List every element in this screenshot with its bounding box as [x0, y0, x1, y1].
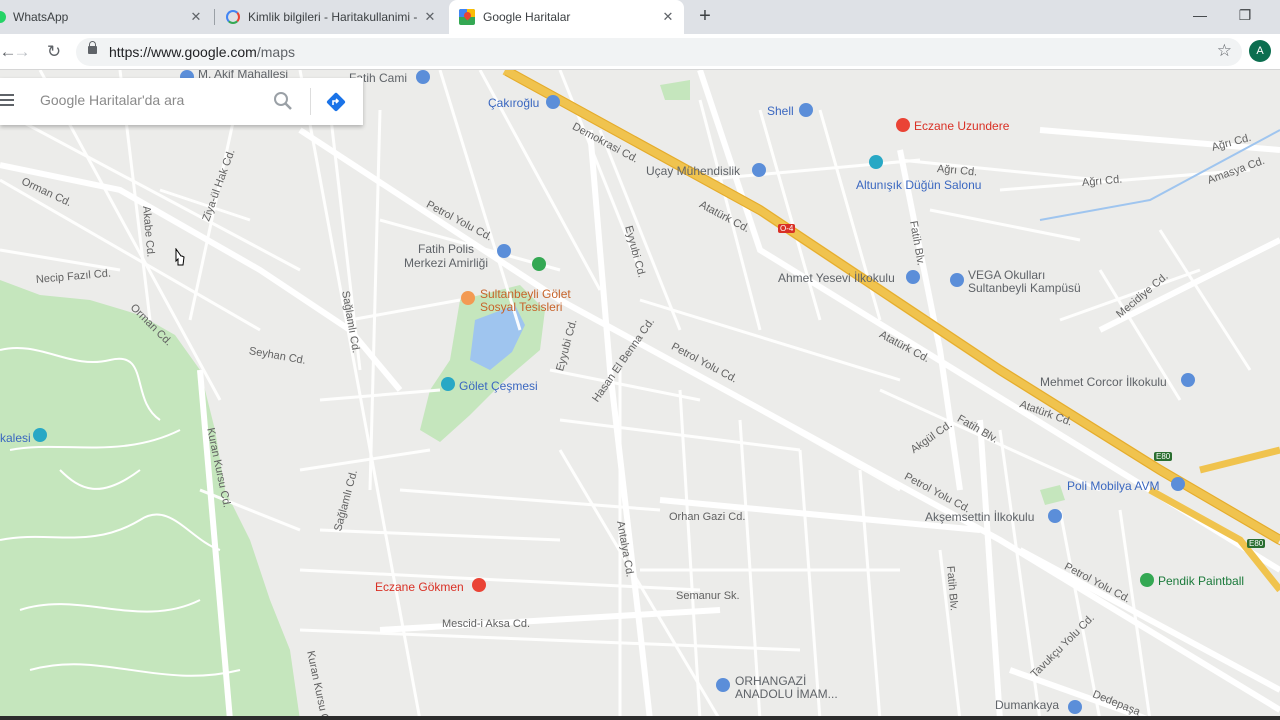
place-label[interactable]: Akşemsettin İlkokulu	[925, 510, 1034, 524]
google-g-icon	[226, 10, 240, 24]
street-label: Mescid-i Aksa Cd.	[442, 618, 531, 630]
restaurant-pin-icon[interactable]	[461, 291, 475, 305]
highway-badge: O-4	[778, 224, 796, 233]
place-label[interactable]: Sultanbeyli Gölet Sosyal Tesisleri	[480, 288, 580, 314]
tab-separator	[214, 9, 215, 25]
place-label[interactable]: Mehmet Corcor İlkokulu	[1040, 375, 1167, 389]
place-label[interactable]: Fatih Polis Merkezi Amirliği	[400, 242, 492, 270]
park-pin-icon[interactable]	[532, 257, 546, 271]
school-pin-icon[interactable]	[906, 270, 920, 284]
close-icon[interactable]: ✕	[422, 9, 438, 25]
place-label[interactable]: Gölet Çeşmesi	[459, 379, 538, 393]
lock-icon	[88, 41, 97, 54]
address-bar[interactable]: https://www.google.com/maps ☆	[76, 38, 1242, 66]
place-label[interactable]: Çakıroğlu	[488, 96, 539, 110]
landmark-pin-icon[interactable]	[33, 428, 47, 442]
browser-toolbar: ← → ↻ https://www.google.com/maps ☆ A	[0, 34, 1280, 70]
school-pin-icon[interactable]	[716, 678, 730, 692]
tab-title: WhatsApp	[13, 10, 69, 24]
place-label[interactable]: Eczane Gökmen	[375, 580, 464, 594]
school-pin-icon[interactable]	[1048, 509, 1062, 523]
street-label: Orhan Gazi Cd.	[669, 511, 746, 523]
pharmacy-pin-icon[interactable]	[896, 118, 910, 132]
place-label[interactable]: Ahmet Yesevi İlkokulu	[778, 271, 895, 285]
reload-icon[interactable]: ↻	[42, 40, 66, 64]
fountain-pin-icon[interactable]	[441, 377, 455, 391]
school-pin-icon[interactable]	[1181, 373, 1195, 387]
place-label[interactable]: kalesi	[0, 431, 31, 445]
place-label[interactable]: Eczane Uzundere	[914, 119, 1009, 133]
close-icon[interactable]: ✕	[188, 9, 204, 25]
place-pin-icon[interactable]	[546, 95, 560, 109]
mouse-cursor-icon	[175, 248, 185, 266]
divider	[310, 88, 311, 115]
activity-pin-icon[interactable]	[1140, 573, 1154, 587]
school-pin-icon[interactable]	[950, 273, 964, 287]
tab-title: Kimlik bilgileri - Haritakullanimi -	[248, 10, 418, 24]
tab-whatsapp[interactable]: WhatsApp ✕	[0, 0, 212, 34]
url-host: https://www.google.com	[109, 44, 257, 60]
hamburger-menu-icon[interactable]	[0, 94, 14, 108]
url-text[interactable]: https://www.google.com/maps	[109, 44, 295, 60]
search-input[interactable]: Google Haritalar'da ara	[40, 92, 184, 108]
place-label[interactable]: Shell	[767, 104, 794, 118]
google-maps-icon	[459, 9, 475, 25]
new-tab-button[interactable]: +	[694, 6, 716, 28]
tab-title: Google Haritalar	[483, 10, 571, 24]
restore-button[interactable]: ❐	[1230, 4, 1260, 26]
place-label[interactable]: Dumankaya	[995, 698, 1059, 712]
business-pin-icon[interactable]	[752, 163, 766, 177]
mosque-pin-icon[interactable]	[416, 70, 430, 84]
taskbar-edge	[0, 716, 1280, 720]
maps-search-box: Google Haritalar'da ara	[0, 78, 363, 125]
close-icon[interactable]: ✕	[660, 9, 676, 25]
pharmacy-pin-icon[interactable]	[472, 578, 486, 592]
gas-station-pin-icon[interactable]	[799, 103, 813, 117]
directions-icon[interactable]	[325, 91, 347, 113]
highway-badge: E80	[1154, 452, 1173, 461]
search-icon[interactable]	[273, 91, 293, 111]
minimize-button[interactable]: —	[1185, 4, 1215, 26]
url-path: /maps	[256, 44, 295, 60]
highway-badge: E80	[1247, 539, 1266, 548]
place-label[interactable]: Poli Mobilya AVM	[1067, 479, 1159, 493]
place-label[interactable]: Pendik Paintball	[1158, 574, 1244, 588]
tab-kimlik-bilgileri[interactable]: Kimlik bilgileri - Haritakullanimi - ✕	[218, 0, 446, 34]
place-label[interactable]: VEGA Okulları Sultanbeyli Kampüsü	[968, 269, 1093, 295]
street-label: Semanur Sk.	[676, 590, 740, 602]
place-label[interactable]: Altunışık Düğün Salonu	[856, 178, 981, 192]
shop-pin-icon[interactable]	[1171, 477, 1185, 491]
venue-pin-icon[interactable]	[869, 155, 883, 169]
tab-bar: WhatsApp ✕ Kimlik bilgileri - Haritakull…	[0, 0, 1280, 34]
map-canvas[interactable]: Demokrasi Cd. Petrol Yolu Cd. Petrol Yol…	[0, 70, 1280, 720]
whatsapp-icon	[0, 11, 6, 23]
place-pin-icon[interactable]	[1068, 700, 1082, 714]
forward-arrow-icon[interactable]: →	[10, 40, 34, 64]
tab-google-haritalar[interactable]: Google Haritalar ✕	[449, 0, 684, 34]
place-label[interactable]: Uçay Mühendislik	[646, 164, 740, 178]
police-pin-icon[interactable]	[497, 244, 511, 258]
profile-avatar[interactable]: A	[1249, 40, 1271, 62]
place-label[interactable]: ORHANGAZİ ANADOLU İMAM...	[735, 675, 845, 701]
bookmark-star-icon[interactable]: ☆	[1217, 41, 1232, 61]
